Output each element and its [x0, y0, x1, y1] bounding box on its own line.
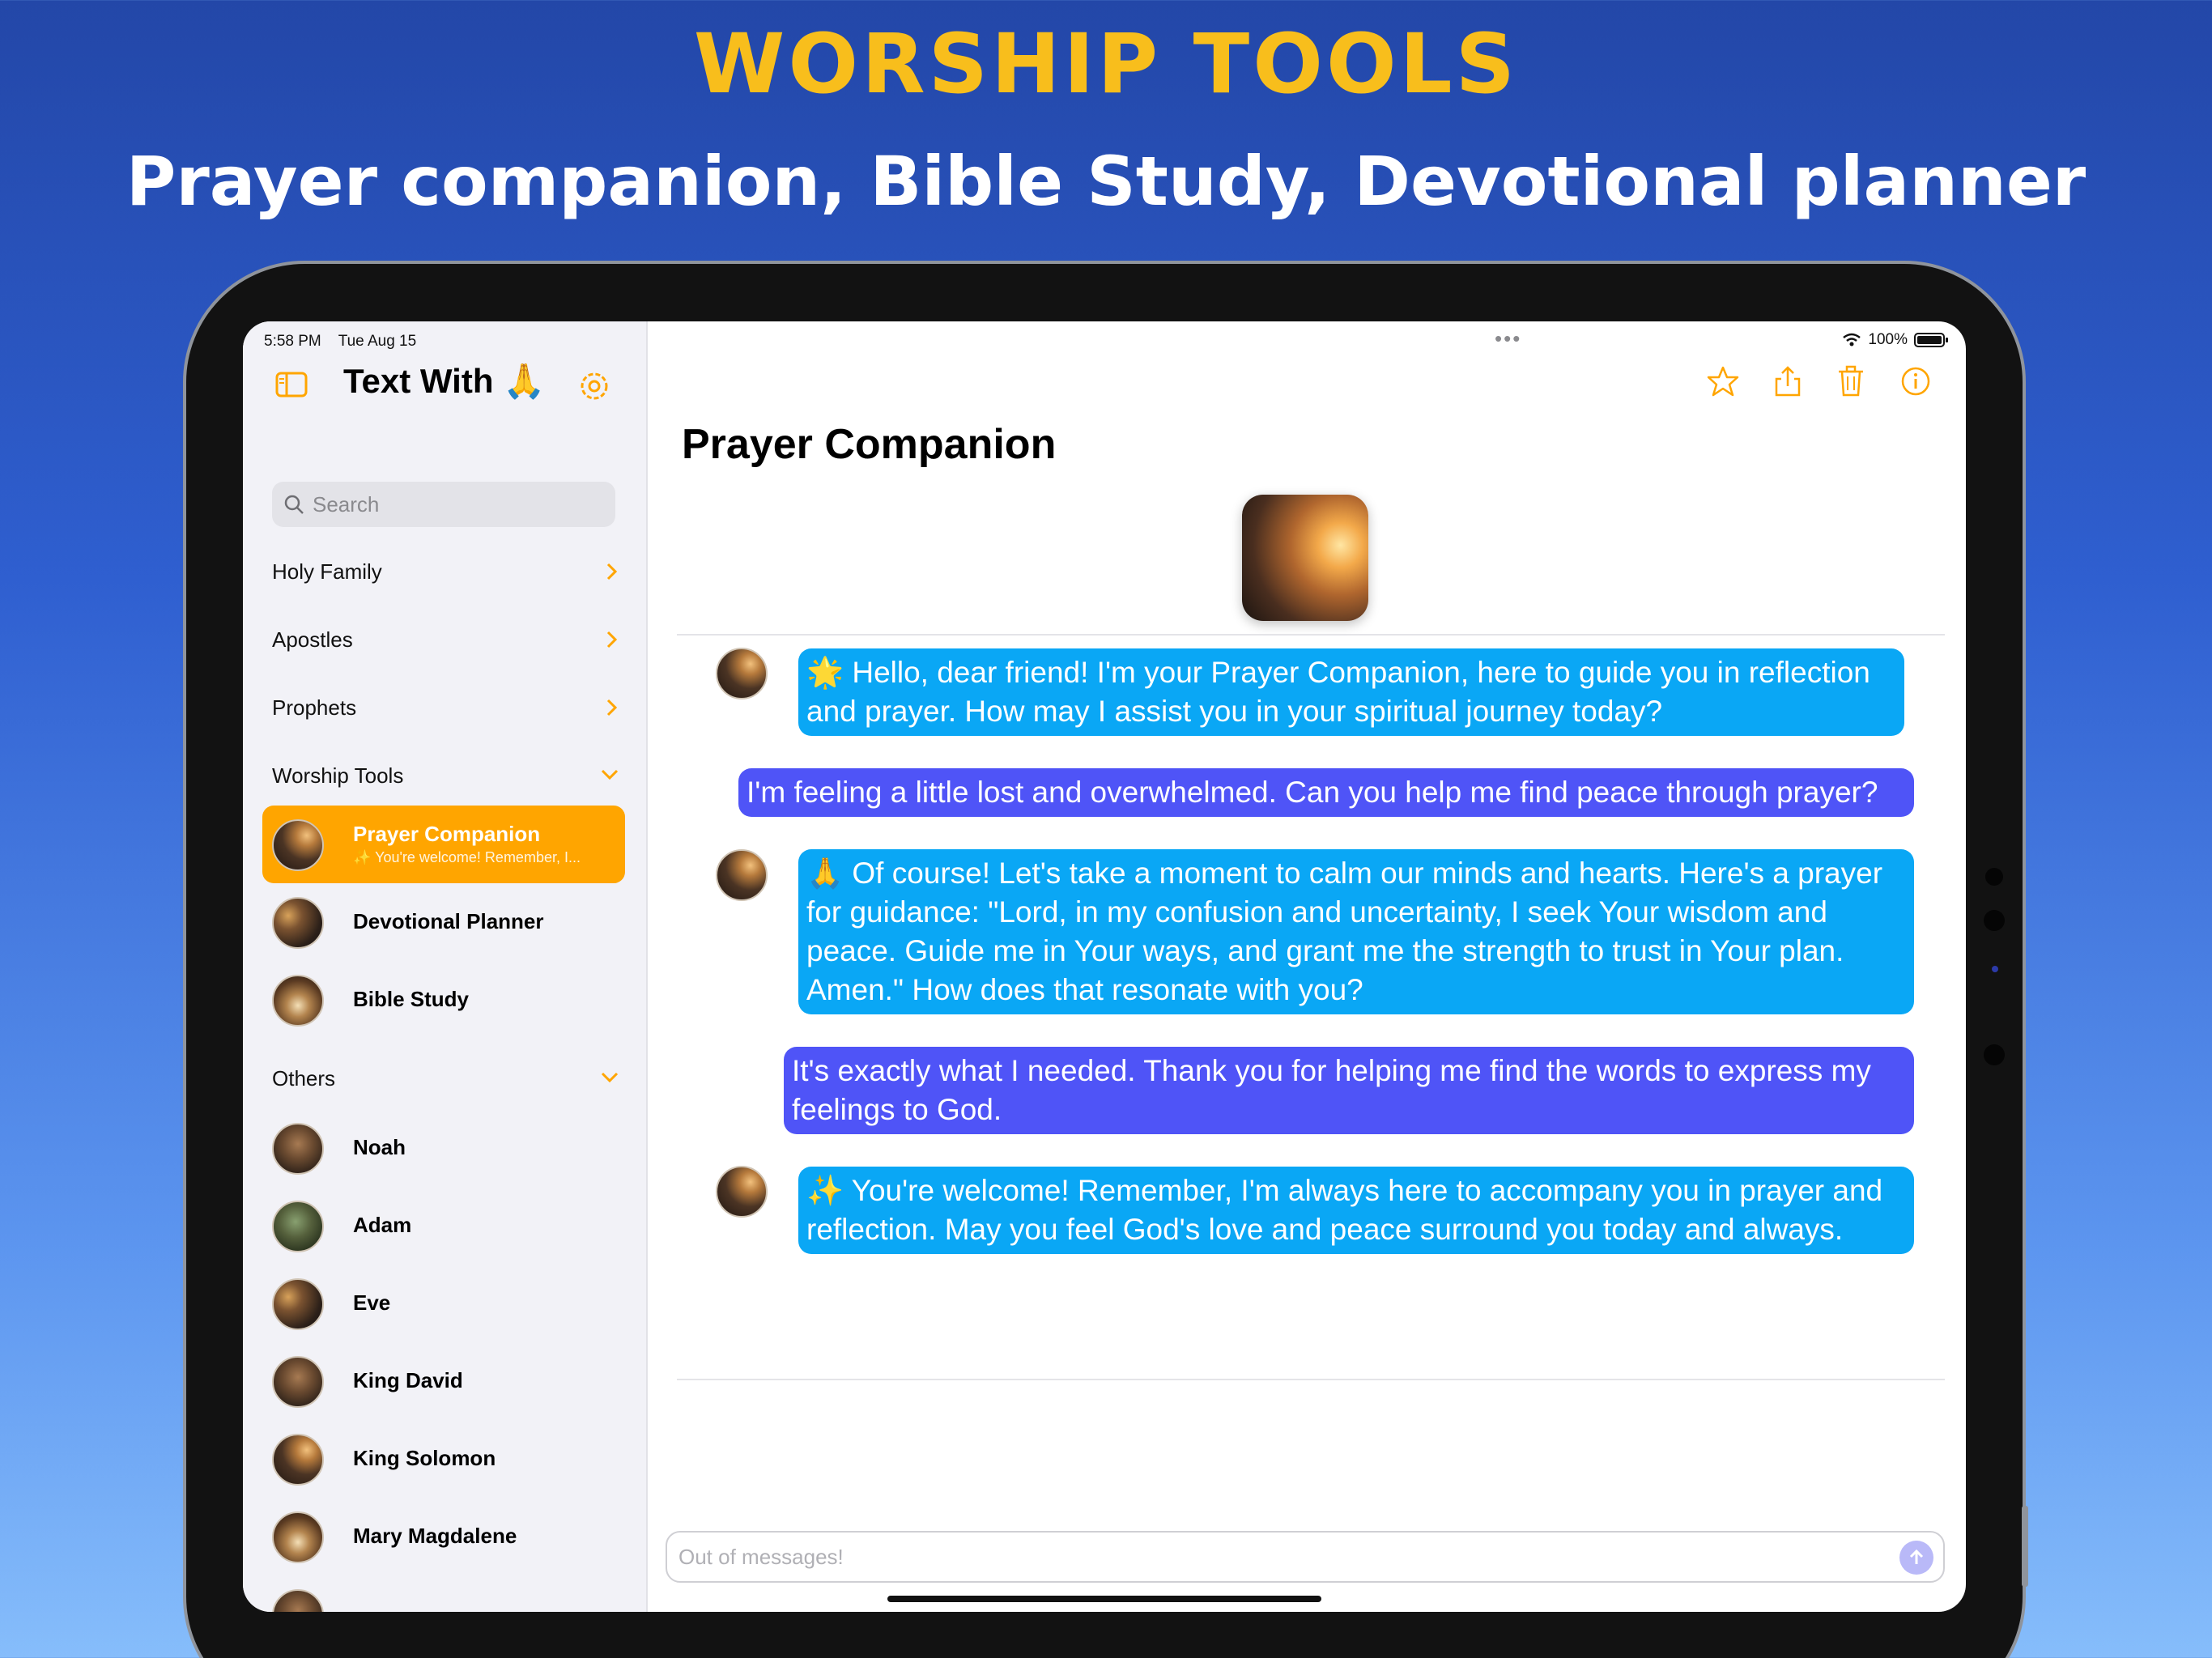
star-icon[interactable]: [1707, 365, 1739, 397]
sidebar-toggle-icon[interactable]: [275, 372, 308, 402]
arrow-up-icon: [1909, 1549, 1924, 1564]
message-user: I'm feeling a little lost and overwhelme…: [738, 768, 1914, 817]
search-icon: [284, 495, 304, 514]
search-field[interactable]: [272, 482, 615, 527]
avatar: [272, 897, 324, 949]
message-assistant: ✨ You're welcome! Remember, I'm always h…: [798, 1167, 1914, 1254]
promo-title: WORSHIP TOOLS: [693, 16, 1519, 113]
search-input[interactable]: [313, 491, 604, 517]
item-title: Prayer Companion: [353, 822, 541, 846]
section-label: Worship Tools: [272, 763, 404, 788]
chat-item-king-solomon[interactable]: King Solomon: [262, 1420, 625, 1498]
chat-item-prayer-companion[interactable]: Prayer Companion ✨ You're welcome! Remem…: [262, 806, 625, 883]
avatar: [272, 1201, 324, 1252]
section-holy-family[interactable]: Holy Family: [243, 548, 648, 597]
avatar: [272, 1278, 324, 1330]
camera-dot: [1985, 868, 2003, 886]
chat-item-partial[interactable]: [262, 1575, 625, 1612]
section-apostles[interactable]: Apostles: [243, 616, 648, 665]
share-icon[interactable]: [1773, 365, 1802, 397]
avatar: [272, 1123, 324, 1175]
status-time: 5:58 PM: [264, 333, 321, 350]
item-preview: ✨ You're welcome! Remember, I...: [353, 849, 581, 865]
battery-icon: [1914, 333, 1948, 347]
message-assistant: 🌟 Hello, dear friend! I'm your Prayer Co…: [798, 648, 1904, 736]
avatar: [272, 1589, 324, 1612]
section-label: Others: [272, 1066, 336, 1090]
message-avatar: [716, 849, 768, 901]
camera-dot: [1984, 910, 2005, 931]
settings-gear-icon[interactable]: [578, 370, 610, 406]
chat-item-bible-study[interactable]: Bible Study: [262, 961, 625, 1039]
avatar: [272, 1511, 324, 1563]
item-title: King Solomon: [353, 1446, 496, 1470]
message-input[interactable]: [678, 1544, 1877, 1570]
chat-pane: ••• 100% Prayer Companion 🌟 Hello, dear …: [648, 321, 1966, 1612]
chevron-right-icon: [606, 699, 618, 716]
app-title: Text With 🙏: [343, 362, 546, 400]
section-label: Apostles: [272, 627, 353, 652]
item-title: Noah: [353, 1135, 406, 1159]
chat-item-eve[interactable]: Eve: [262, 1265, 625, 1342]
camera-dot: [1984, 1044, 2005, 1065]
message-composer[interactable]: [666, 1531, 1945, 1583]
divider: [677, 634, 1945, 636]
section-worship-tools[interactable]: Worship Tools: [243, 752, 648, 801]
avatar: [272, 1356, 324, 1408]
chat-item-mary-magdalene[interactable]: Mary Magdalene: [262, 1498, 625, 1575]
item-title: Adam: [353, 1213, 412, 1237]
status-date: Tue Aug 15: [338, 333, 417, 350]
section-label: Holy Family: [272, 559, 382, 584]
message-avatar: [716, 1166, 768, 1218]
chevron-down-icon: [601, 769, 619, 780]
chat-item-king-david[interactable]: King David: [262, 1342, 625, 1420]
section-others[interactable]: Others: [243, 1055, 648, 1103]
item-title: Bible Study: [353, 987, 470, 1011]
avatar: [272, 1434, 324, 1486]
sidebar: 5:58 PM Tue Aug 15 Text With 🙏 Holy Fami…: [243, 321, 648, 1612]
avatar: [272, 819, 324, 871]
status-bar-left: 5:58 PM Tue Aug 15: [264, 333, 429, 351]
toolbar: [1707, 365, 1932, 397]
item-title: King David: [353, 1368, 463, 1392]
message-user: It's exactly what I needed. Thank you fo…: [784, 1047, 1914, 1134]
message-avatar: [716, 648, 768, 699]
camera-dot: [1992, 966, 1998, 972]
avatar: [272, 975, 324, 1027]
chevron-right-icon: [606, 631, 618, 648]
info-icon[interactable]: [1899, 365, 1932, 397]
promo-subtitle: Prayer companion, Bible Study, Devotiona…: [125, 142, 2087, 221]
battery-percent: 100%: [1868, 331, 1908, 348]
companion-avatar[interactable]: [1242, 495, 1368, 621]
screen: 5:58 PM Tue Aug 15 Text With 🙏 Holy Fami…: [243, 321, 1966, 1612]
chevron-down-icon: [601, 1072, 619, 1083]
status-bar-right: 100%: [1842, 331, 1948, 349]
chat-item-devotional-planner[interactable]: Devotional Planner: [262, 883, 625, 961]
wifi-icon: [1843, 333, 1861, 346]
item-title: Mary Magdalene: [353, 1524, 517, 1548]
chat-item-noah[interactable]: Noah: [262, 1109, 625, 1187]
divider: [677, 1379, 1945, 1380]
trash-icon[interactable]: [1836, 365, 1865, 397]
item-title: Eve: [353, 1290, 391, 1315]
section-prophets[interactable]: Prophets: [243, 684, 648, 733]
message-assistant: 🙏 Of course! Let's take a moment to calm…: [798, 849, 1914, 1014]
chat-title: Prayer Companion: [682, 421, 1057, 468]
multitasking-dots[interactable]: •••: [1495, 326, 1521, 351]
chat-item-adam[interactable]: Adam: [262, 1187, 625, 1265]
send-button[interactable]: [1899, 1541, 1933, 1575]
chevron-right-icon: [606, 563, 618, 580]
section-label: Prophets: [272, 695, 357, 720]
home-indicator[interactable]: [887, 1596, 1321, 1602]
item-title: Devotional Planner: [353, 909, 544, 933]
volume-button: [2022, 1506, 2028, 1587]
